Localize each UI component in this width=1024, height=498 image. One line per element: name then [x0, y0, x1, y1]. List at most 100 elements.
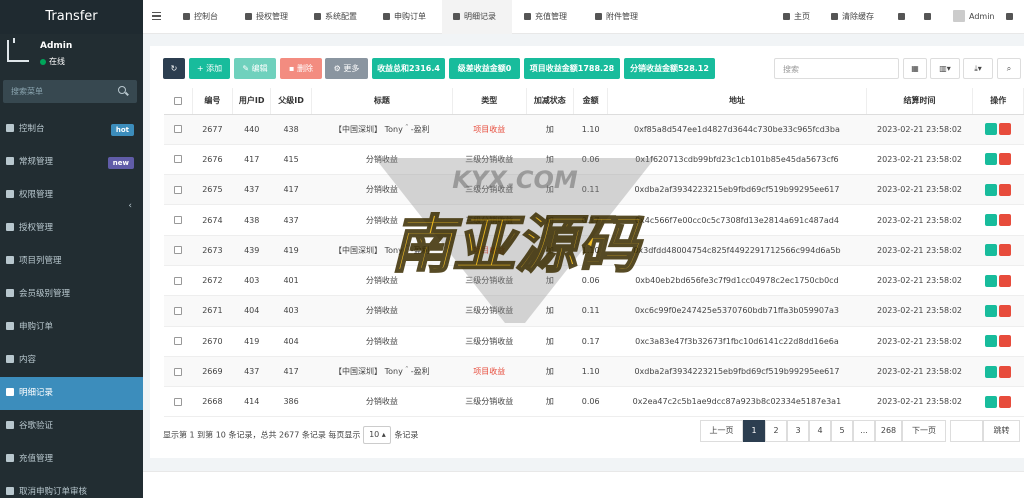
- translate-icon[interactable]: [898, 0, 909, 34]
- sidebar-item-orders[interactable]: 申购订单: [0, 311, 143, 344]
- search-icon[interactable]: [118, 86, 126, 94]
- edit-row-button[interactable]: [985, 183, 998, 196]
- select-all-checkbox[interactable]: [173, 96, 182, 105]
- tab-attachments[interactable]: 附件管理: [595, 0, 638, 34]
- prev-page-button[interactable]: 上一页: [700, 420, 743, 442]
- table-row[interactable]: 2677 440 438 【中国深圳】 Tony＾-盈利 项目收益加 1.10 0xf85a…: [164, 114, 1024, 145]
- sidebar-item-permissions[interactable]: 权限管理 ‹: [0, 179, 143, 212]
- edit-row-button[interactable]: [985, 365, 998, 378]
- home-link[interactable]: 主页: [783, 0, 810, 34]
- brand-logo[interactable]: Transfer: [0, 0, 143, 34]
- clear-cache-button[interactable]: 清除缓存: [831, 0, 874, 34]
- page-button[interactable]: 4: [809, 420, 831, 442]
- row-checkbox-cell[interactable]: [164, 144, 193, 176]
- table-row[interactable]: 2670 419 404 分销收益 三级分销收益加 0.17 0xc3a83e47f3b32…: [164, 326, 1024, 357]
- sidebar-item-projects[interactable]: 项目列管理: [0, 245, 143, 278]
- page-button[interactable]: 1: [743, 420, 765, 442]
- delete-row-button[interactable]: [999, 304, 1012, 317]
- row-checkbox[interactable]: [174, 155, 183, 164]
- col-sign[interactable]: 加减状态: [526, 88, 575, 115]
- search-toggle-button[interactable]: ⌕: [997, 58, 1021, 79]
- tab-dashboard[interactable]: 控制台: [183, 0, 218, 34]
- edit-row-button[interactable]: [985, 335, 998, 348]
- edit-row-button[interactable]: [985, 274, 998, 287]
- edit-row-button[interactable]: [985, 395, 998, 408]
- row-checkbox-cell[interactable]: [164, 235, 193, 266]
- refresh-button[interactable]: ↻: [163, 58, 185, 79]
- tab-system-config[interactable]: 系统配置: [314, 0, 357, 34]
- stat-total-income[interactable]: 收益总和2316.4: [372, 58, 445, 79]
- tab-auth[interactable]: 授权管理: [245, 0, 288, 34]
- row-checkbox-cell[interactable]: [164, 295, 193, 327]
- row-checkbox[interactable]: [174, 246, 183, 255]
- delete-button[interactable]: ▪ 删除: [280, 58, 322, 79]
- sidebar-item-general[interactable]: 常规管理 new: [0, 146, 143, 179]
- col-id[interactable]: 编号: [192, 88, 234, 115]
- edit-row-button[interactable]: [985, 153, 998, 166]
- table-row[interactable]: 2674 438 437 分销收益 三级分销收益加 0.17 0x4c566f7e00cc0…: [164, 204, 1024, 236]
- page-button[interactable]: 5: [831, 420, 853, 442]
- edit-row-button[interactable]: [985, 304, 998, 317]
- stat-distribution-income[interactable]: 分销收益金额528.12: [624, 58, 715, 79]
- row-checkbox-cell[interactable]: [164, 326, 193, 357]
- tab-orders[interactable]: 申购订单: [383, 0, 426, 34]
- sidebar-item-cancel-review[interactable]: 取消申购订单审核: [0, 476, 143, 498]
- delete-row-button[interactable]: [999, 244, 1012, 257]
- sidebar-item-member-levels[interactable]: 会员级别管理: [0, 278, 143, 311]
- col-type[interactable]: 类型: [452, 88, 527, 115]
- delete-row-button[interactable]: [999, 153, 1012, 166]
- row-checkbox-cell[interactable]: [164, 265, 193, 297]
- row-checkbox-cell[interactable]: [164, 204, 193, 236]
- menu-toggle-icon[interactable]: [152, 12, 161, 20]
- sidebar-item-content[interactable]: 内容: [0, 344, 143, 377]
- col-parent-id[interactable]: 父级ID: [270, 88, 312, 115]
- row-checkbox[interactable]: [174, 185, 183, 194]
- row-checkbox-cell[interactable]: [164, 356, 193, 388]
- row-checkbox[interactable]: [174, 216, 183, 225]
- row-checkbox[interactable]: [174, 125, 183, 134]
- sidebar-item-auth[interactable]: 授权管理: [0, 212, 143, 245]
- table-row[interactable]: 2672 403 401 分销收益 三级分销收益加 0.06 0xb40eb2bd656fe…: [164, 265, 1024, 297]
- edit-row-button[interactable]: [985, 244, 998, 257]
- next-page-button[interactable]: 下一页: [902, 420, 946, 442]
- delete-row-button[interactable]: [999, 335, 1012, 348]
- table-row[interactable]: 2669 437 417 【中国深圳】 Tony＾-盈利 项目收益加 1.10 0xdba2…: [164, 356, 1024, 388]
- delete-row-button[interactable]: [999, 365, 1012, 378]
- col-settle-time[interactable]: 结算时间: [866, 88, 974, 115]
- jump-page-input[interactable]: [950, 420, 983, 442]
- table-row[interactable]: 2676 417 415 分销收益 三级分销收益加 0.06 0x1f620713cdb99…: [164, 144, 1024, 176]
- user-menu[interactable]: Admin: [953, 0, 995, 34]
- edit-button[interactable]: ✎ 编辑: [234, 58, 276, 79]
- table-row[interactable]: 2668 414 386 分销收益 三级分销收益加 0.06 0x2ea47c2c5b1ae…: [164, 386, 1024, 418]
- sidebar-item-google-auth[interactable]: 谷歌验证: [0, 410, 143, 443]
- page-button[interactable]: 2: [765, 420, 787, 442]
- add-button[interactable]: + 添加: [189, 58, 230, 79]
- row-checkbox-cell[interactable]: [164, 174, 193, 206]
- edit-row-button[interactable]: [985, 123, 998, 136]
- stat-project-income[interactable]: 项目收益金额1788.28: [524, 58, 620, 79]
- sidebar-item-recharge[interactable]: 充值管理: [0, 443, 143, 476]
- row-checkbox[interactable]: [174, 337, 183, 346]
- delete-row-button[interactable]: [999, 214, 1012, 227]
- jump-button[interactable]: 跳转: [983, 420, 1020, 442]
- table-row[interactable]: 2671 404 403 分销收益 三级分销收益加 0.11 0xc6c99f0e24742…: [164, 295, 1024, 327]
- delete-row-button[interactable]: [999, 183, 1012, 196]
- delete-row-button[interactable]: [999, 395, 1012, 408]
- edit-row-button[interactable]: [985, 214, 998, 227]
- row-checkbox[interactable]: [174, 367, 183, 376]
- table-row[interactable]: 2673 439 419 【中国深圳】 Tony＾-盈利 项目收益加 1.10 0x3dfd…: [164, 235, 1024, 266]
- col-user-id[interactable]: 用户ID: [232, 88, 272, 115]
- tab-details[interactable]: 明细记录: [442, 0, 512, 34]
- page-size-select[interactable]: 10 ▴: [363, 426, 392, 444]
- col-amount[interactable]: 金额: [573, 88, 609, 115]
- more-button[interactable]: ⚙ 更多: [325, 58, 368, 79]
- stat-level-diff-income[interactable]: 级差收益金额0: [449, 58, 520, 79]
- row-checkbox[interactable]: [174, 397, 183, 406]
- row-checkbox-cell[interactable]: [164, 114, 193, 145]
- col-title[interactable]: 标题: [311, 88, 453, 115]
- row-checkbox[interactable]: [174, 306, 183, 315]
- page-button[interactable]: 3: [787, 420, 809, 442]
- export-button[interactable]: ⤓▾: [963, 58, 993, 79]
- table-row[interactable]: 2675 437 417 分销收益 三级分销收益加 0.11 0xdba2af3934223…: [164, 174, 1024, 206]
- columns-button[interactable]: ▥▾: [930, 58, 960, 79]
